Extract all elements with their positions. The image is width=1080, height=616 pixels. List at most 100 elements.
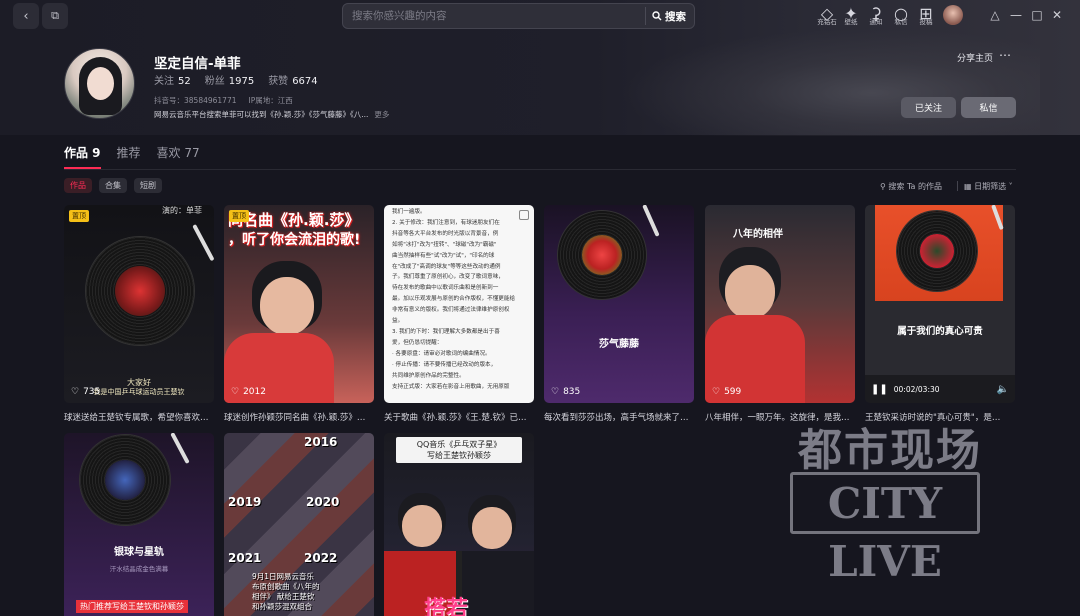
pin-icon[interactable]: △ bbox=[987, 8, 1003, 22]
open-external-button[interactable]: ⧉ bbox=[42, 3, 68, 29]
like-count: ♡ 735 bbox=[71, 387, 100, 397]
card-caption[interactable]: 球迷送给王楚钦专属歌，希望你喜欢… bbox=[64, 411, 214, 423]
notifications-button[interactable]: ⚳ 通知 bbox=[863, 4, 889, 26]
pinned-badge: 置顶 bbox=[69, 210, 89, 222]
year-label: 2020 bbox=[306, 495, 340, 509]
document-line: 在"改成了"高调的球友"等等这些改动的通例 bbox=[392, 263, 501, 270]
video-card[interactable]: QQ音乐《乒乓双子星》 写给王楚钦孙颖莎 搭若 bbox=[384, 433, 534, 616]
followed-button[interactable]: 已关注 bbox=[901, 97, 956, 118]
search-button-label: 搜索 bbox=[665, 10, 686, 23]
vinyl-record-icon bbox=[80, 435, 170, 525]
tab-divider bbox=[64, 169, 1016, 170]
heart-icon: ♡ bbox=[712, 387, 721, 397]
profile-avatar[interactable] bbox=[64, 48, 135, 119]
vinyl-record-icon bbox=[897, 211, 977, 291]
heart-icon: ♡ bbox=[231, 387, 240, 397]
like-count-value: 599 bbox=[724, 387, 742, 397]
bio-text: 网易云音乐平台搜索单菲可以找到《孙.颖.莎》《莎气藤藤》《八... bbox=[154, 110, 369, 119]
video-card[interactable]: 演的：单菲 大家好 我是中国乒乓球运动员王楚钦 置顶 ♡ 735 bbox=[64, 205, 214, 403]
image-post-card[interactable]: 我们一遍版。 2. 关于修改：我们注意到，有球迷朋友们在 抖音等各大平台发布的时光版… bbox=[384, 205, 534, 403]
likes-label: 获赞 bbox=[268, 76, 289, 87]
card-subtitle: 汗水结晶成金色满幕 bbox=[109, 565, 169, 573]
card-caption[interactable]: 每次看到莎莎出场，高手气场就来了… bbox=[544, 411, 694, 423]
user-avatar[interactable] bbox=[943, 5, 963, 25]
like-count-value: 735 bbox=[83, 387, 101, 397]
card-caption[interactable]: 关于歌曲《孙.颖.莎》《王.楚.钦》已… bbox=[384, 411, 534, 423]
video-card[interactable]: 同名曲《孙.颖.莎》 ，听了你会流泪的歌! 置顶 ♡ 2012 bbox=[224, 205, 374, 403]
likes-stat: 获赞 6674 bbox=[268, 72, 317, 87]
more-options-icon[interactable]: ⋯ bbox=[999, 48, 1011, 62]
wallpaper-icon: ✦ bbox=[844, 4, 858, 23]
date-filter-label: 日期筛选 bbox=[974, 182, 1007, 191]
message-button[interactable]: 私信 bbox=[961, 97, 1016, 118]
pause-icon[interactable]: ❚❚ bbox=[871, 384, 888, 395]
song-title: QQ音乐《乒乓双子星》 bbox=[416, 440, 502, 449]
chip-collections[interactable]: 合集 bbox=[99, 178, 127, 193]
document-line: 非常有意义的版权。我们将通过法律维护原创权 bbox=[392, 307, 510, 314]
year-label: 2022 bbox=[304, 551, 338, 565]
maximize-icon[interactable]: □ bbox=[1029, 8, 1045, 22]
likes-count: 6674 bbox=[292, 76, 318, 87]
video-card-playing[interactable]: 属于我们的真心可贵 ❚❚ 00:02/03:30 🔈 bbox=[865, 205, 1015, 403]
banner-image bbox=[620, 28, 1040, 136]
card-overlay-text: ，听了你会流泪的歌! bbox=[228, 232, 361, 248]
recharge-diamond-button[interactable]: ◇ 充钻石 bbox=[814, 4, 840, 26]
document-line: 抖音等各大平台发布的时光版以背景音，例 bbox=[392, 230, 499, 237]
content-filter-chips: 作品 合集 短剧 bbox=[64, 178, 162, 193]
search-works-button[interactable]: ⚲ 搜索 Ta 的作品 bbox=[880, 181, 942, 192]
like-count-value: 2012 bbox=[243, 387, 266, 397]
player-photo bbox=[472, 507, 512, 549]
tonearm-icon bbox=[192, 224, 214, 262]
like-count: ♡ 835 bbox=[551, 387, 580, 397]
card-caption[interactable]: 球迷创作孙颖莎同名曲《孙.颖.莎》… bbox=[224, 411, 374, 423]
douyin-id: 抖音号：38584961771 bbox=[154, 96, 237, 105]
document-line: 最。加以乐观发展与原创的合作版权，不懂更能给 bbox=[392, 296, 516, 303]
document-line: · 停止传播：请不要传播已经改动的版本， bbox=[392, 361, 497, 368]
document-line: 待在发布的歌曲中以歌词乐曲和是创新到一 bbox=[392, 285, 499, 292]
upload-button[interactable]: ⊞ 投稿 bbox=[913, 4, 939, 26]
tab-recommended[interactable]: 推荐 bbox=[117, 144, 141, 161]
video-card[interactable]: 2016 2019 2020 2021 2022 9月1日网易云音乐 布原创歌曲… bbox=[224, 433, 374, 616]
messages-button[interactable]: ○ 私信 bbox=[888, 4, 914, 26]
card-title: 属于我们的真心可贵 bbox=[897, 326, 983, 337]
document-line: 支持正式版：大家若在影音上用歌曲，无用原版 bbox=[392, 383, 510, 390]
fans-label: 粉丝 bbox=[204, 76, 225, 87]
fans-stat[interactable]: 粉丝 1975 bbox=[205, 72, 254, 87]
back-button[interactable]: ‹ bbox=[13, 3, 39, 29]
search-button[interactable]: 搜索 bbox=[645, 7, 694, 25]
wallpaper-button[interactable]: ✦ 壁纸 bbox=[838, 4, 864, 26]
pinned-badge: 置顶 bbox=[229, 210, 249, 222]
profile-tabs: 作品 9 推荐 喜欢 77 bbox=[64, 144, 200, 169]
tool-label-upload: 投稿 bbox=[919, 18, 933, 26]
video-card[interactable]: 八年的相伴 ♡ 599 bbox=[705, 205, 855, 403]
document-line: 爱，但仍恳切提醒： bbox=[392, 339, 443, 346]
chevron-down-icon: ˅ bbox=[1008, 182, 1013, 191]
search-input[interactable] bbox=[343, 10, 645, 22]
card-overlay-text: 同名曲《孙.颖.莎》 bbox=[228, 211, 360, 229]
chip-short-dramas[interactable]: 短剧 bbox=[134, 178, 162, 193]
search-works-label: 搜索 Ta 的作品 bbox=[888, 182, 942, 191]
bell-icon: ⚳ bbox=[870, 4, 882, 23]
vinyl-record-icon bbox=[558, 211, 646, 299]
ip-location: IP属地：江西 bbox=[248, 96, 293, 105]
video-card[interactable]: 银球与星轨 汗水结晶成金色满幕 热门推荐写给王楚钦和孙颖莎 bbox=[64, 433, 214, 616]
minimize-icon[interactable]: — bbox=[1008, 8, 1024, 22]
calendar-icon: ▦ bbox=[964, 182, 972, 191]
video-card[interactable]: 莎气藤藤 ♡ 835 bbox=[544, 205, 694, 403]
tab-liked[interactable]: 喜欢 77 bbox=[157, 144, 200, 161]
close-icon[interactable]: ✕ bbox=[1049, 8, 1065, 22]
vinyl-record-icon bbox=[86, 237, 194, 345]
following-stat[interactable]: 关注 52 bbox=[154, 72, 191, 87]
tab-works[interactable]: 作品 9 bbox=[64, 144, 101, 169]
search-icon: ⚲ bbox=[880, 182, 886, 191]
tonearm-icon bbox=[170, 433, 190, 464]
volume-icon[interactable]: 🔈 bbox=[997, 384, 1009, 395]
external-link-icon: ⧉ bbox=[51, 9, 59, 22]
tool-label-messages: 私信 bbox=[894, 18, 908, 26]
player-photo bbox=[725, 265, 775, 319]
share-profile-button[interactable]: 分享主页 bbox=[957, 51, 993, 64]
chip-works[interactable]: 作品 bbox=[64, 178, 92, 193]
date-filter-dropdown[interactable]: ▦ 日期筛选 ˅ bbox=[964, 181, 1013, 192]
bio-more-link[interactable]: 更多 bbox=[374, 110, 389, 119]
like-count: ♡ 2012 bbox=[231, 387, 266, 397]
